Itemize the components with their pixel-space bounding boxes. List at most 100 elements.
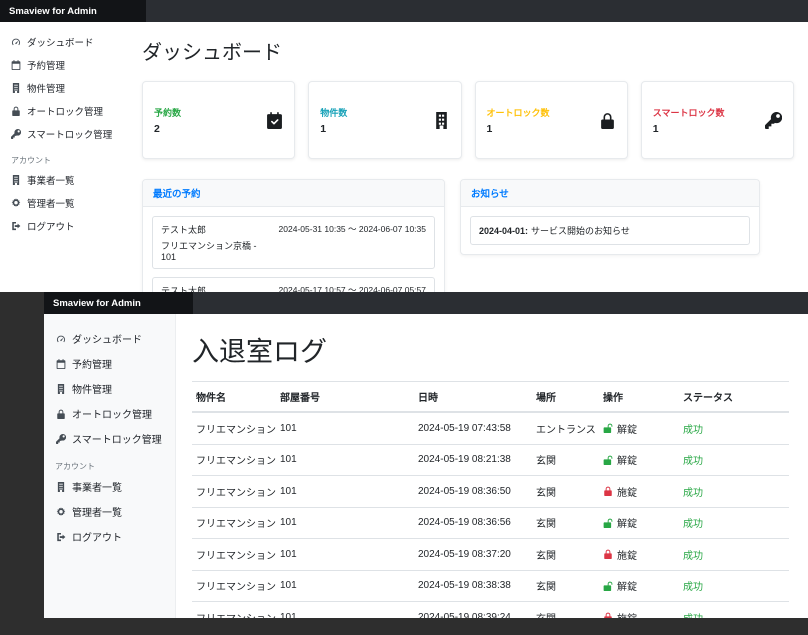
cell-place: 玄関 bbox=[532, 538, 599, 570]
sidebar-item[interactable]: スマートロック管理 bbox=[44, 426, 175, 451]
column-header: 部屋番号 bbox=[276, 381, 414, 413]
cell-action: 解錠 bbox=[599, 443, 679, 476]
sidebar-main-nav: ダッシュボード 予約管理 物件管理 オートロック管理 スマートロック管理 bbox=[0, 30, 128, 145]
sidebar-item[interactable]: オートロック管理 bbox=[44, 401, 175, 426]
panel-title-notices: お知らせ bbox=[461, 180, 759, 207]
sidebar: ダッシュボード 予約管理 物件管理 オートロック管理 スマートロック管理 アカウ… bbox=[44, 314, 176, 618]
recent-reservations-panel: 最近の予約 テスト太郎 フリエマンション京橋 - 101 2024-05-31 … bbox=[142, 179, 445, 292]
panel-title-reservations: 最近の予約 bbox=[143, 180, 444, 207]
key-icon bbox=[11, 129, 21, 139]
cell-place: 玄関 bbox=[532, 475, 599, 507]
log-row: フリエマンション京橋 101 2024-05-19 08:36:50 玄関 施錠 bbox=[192, 475, 789, 507]
sidebar-account-nav: 事業者一覧 管理者一覧 ログアウト bbox=[0, 168, 128, 237]
cell-datetime: 2024-05-19 08:38:38 bbox=[414, 569, 532, 602]
stat-value: 1 bbox=[486, 122, 493, 135]
cell-datetime: 2024-05-19 08:37:20 bbox=[414, 538, 532, 570]
access-log-screenshot: Smaview for Admin ダッシュボード 予約管理 物件管理 オートロ… bbox=[44, 292, 808, 618]
sidebar-item[interactable]: 事業者一覧 bbox=[0, 168, 128, 191]
composite-canvas: Smaview for Admin ダッシュボード 予約管理 物件管理 オートロ… bbox=[0, 0, 808, 635]
lock-icon bbox=[603, 549, 613, 559]
reservation-info: テスト太郎 フリエマンション京橋 - 101 bbox=[161, 223, 273, 262]
page-title-dashboard: ダッシュボード bbox=[142, 42, 282, 64]
dashboard-icon bbox=[11, 37, 21, 47]
reservation-property: フリエマンション京橋 - 101 bbox=[161, 241, 257, 262]
sidebar-item[interactable]: ログアウト bbox=[0, 214, 128, 237]
stat-card: 物件数 1 bbox=[308, 81, 462, 159]
sidebar-item[interactable]: ダッシュボード bbox=[0, 30, 128, 53]
sidebar-account-nav: 事業者一覧 管理者一覧 ログアウト bbox=[44, 474, 175, 549]
lock-icon bbox=[56, 409, 66, 419]
sidebar-main-nav: ダッシュボード 予約管理 物件管理 オートロック管理 スマートロック管理 bbox=[44, 326, 175, 451]
sidebar-item[interactable]: 物件管理 bbox=[44, 376, 175, 401]
cell-status: 成功 bbox=[679, 443, 789, 476]
sidebar-item[interactable]: スマートロック管理 bbox=[0, 122, 128, 145]
sidebar-item-label: ダッシュボード bbox=[27, 37, 94, 49]
notices-panel: お知らせ 2024-04-01: サービス開始のお知らせ bbox=[460, 179, 760, 255]
reservation-item: テスト太郎 フリエマンション京橋 - 101 2024-05-17 10:57 … bbox=[152, 277, 435, 292]
sidebar-item[interactable]: オートロック管理 bbox=[0, 99, 128, 122]
access-log-table: 物件名部屋番号日時場所操作ステータス フリエマンション京橋 101 2024-0… bbox=[192, 381, 789, 618]
cell-status: 成功 bbox=[679, 506, 789, 539]
cell-room: 101 bbox=[276, 443, 414, 476]
action-indicator: 施錠 bbox=[603, 610, 637, 619]
stat-value: 1 bbox=[320, 122, 327, 135]
sidebar-item[interactable]: ダッシュボード bbox=[44, 326, 175, 351]
calendar-icon bbox=[56, 359, 66, 369]
lock-icon bbox=[11, 106, 21, 116]
cell-room: 101 bbox=[276, 601, 414, 618]
log-row: フリエマンション京橋 101 2024-05-19 08:21:38 玄関 解錠 bbox=[192, 443, 789, 476]
cell-room: 101 bbox=[276, 569, 414, 602]
stat-label: オートロック数 bbox=[486, 107, 550, 118]
sidebar-item-label: 事業者一覧 bbox=[72, 483, 122, 494]
lock-icon bbox=[603, 612, 613, 618]
action-indicator: 解錠 bbox=[603, 452, 637, 467]
cell-property: フリエマンション京橋 bbox=[192, 475, 276, 507]
sidebar-item[interactable]: 予約管理 bbox=[44, 351, 175, 376]
action-label: 施錠 bbox=[617, 610, 637, 619]
notice-item: 2024-04-01: サービス開始のお知らせ bbox=[470, 216, 750, 245]
sidebar: ダッシュボード 予約管理 物件管理 オートロック管理 スマートロック管理 アカウ… bbox=[0, 22, 128, 292]
gear-icon bbox=[56, 507, 66, 517]
column-header: ステータス bbox=[679, 381, 789, 413]
sidebar-item[interactable]: 予約管理 bbox=[0, 53, 128, 76]
sidebar-item-label: スマートロック管理 bbox=[72, 435, 162, 446]
stat-text: スマートロック数 1 bbox=[653, 106, 725, 135]
reservation-guest-name: テスト太郎 bbox=[161, 225, 207, 235]
building-icon bbox=[433, 112, 450, 129]
stat-card: スマートロック数 1 bbox=[640, 81, 794, 159]
unlock-icon bbox=[603, 423, 613, 433]
stat-label: スマートロック数 bbox=[652, 107, 725, 118]
cell-place: エントランス bbox=[532, 411, 599, 444]
sidebar-item-label: ログアウト bbox=[27, 221, 75, 233]
brand-link[interactable]: Smaview for Admin bbox=[44, 292, 193, 314]
log-row: フリエマンション京橋 101 2024-05-19 08:36:56 玄関 解錠 bbox=[192, 506, 789, 539]
page-title-access-log: 入退室ログ bbox=[192, 337, 327, 367]
cell-room: 101 bbox=[276, 475, 414, 507]
cell-property: フリエマンション京橋 bbox=[192, 506, 276, 539]
action-label: 解錠 bbox=[617, 519, 637, 530]
key-icon bbox=[765, 112, 782, 129]
cell-action: 施錠 bbox=[599, 475, 679, 507]
stat-card: オートロック数 1 bbox=[474, 81, 628, 159]
sidebar-item[interactable]: 事業者一覧 bbox=[44, 474, 175, 499]
cell-room: 101 bbox=[276, 411, 414, 444]
stat-text: 物件数 1 bbox=[320, 106, 347, 135]
column-header: 日時 bbox=[414, 381, 532, 413]
sidebar-item[interactable]: 物件管理 bbox=[0, 76, 128, 99]
sidebar-item-label: ログアウト bbox=[72, 533, 122, 544]
action-label: 解錠 bbox=[617, 456, 637, 467]
stat-cards-row: 予約数 2 物件数 1 オートロック数 1 スマートロック数 1 bbox=[142, 81, 794, 159]
cell-property: フリエマンション京橋 bbox=[192, 411, 276, 444]
building-icon bbox=[11, 175, 21, 185]
action-indicator: 施錠 bbox=[603, 484, 637, 499]
sidebar-item[interactable]: 管理者一覧 bbox=[0, 191, 128, 214]
sidebar-section-label: アカウント bbox=[55, 462, 95, 471]
notices-list: 2024-04-01: サービス開始のお知らせ bbox=[461, 207, 759, 254]
sidebar-item[interactable]: 管理者一覧 bbox=[44, 499, 175, 524]
brand-link[interactable]: Smaview for Admin bbox=[0, 0, 146, 22]
sidebar-item[interactable]: ログアウト bbox=[44, 524, 175, 549]
column-header: 物件名 bbox=[192, 381, 276, 413]
cell-datetime: 2024-05-19 07:43:58 bbox=[414, 411, 532, 444]
log-row: フリエマンション京橋 101 2024-05-19 08:39:24 玄関 施錠 bbox=[192, 601, 789, 619]
cell-datetime: 2024-05-19 08:39:24 bbox=[414, 601, 532, 618]
